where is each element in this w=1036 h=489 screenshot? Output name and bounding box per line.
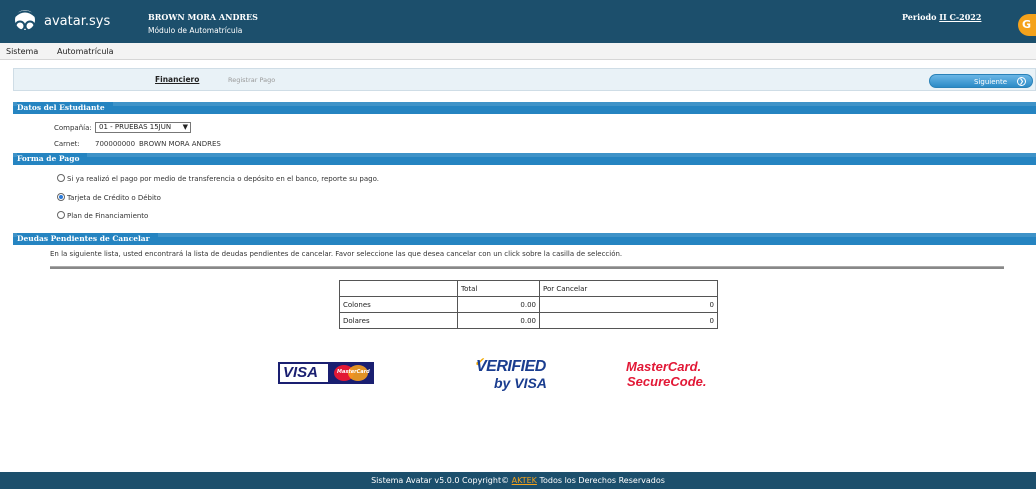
row-por-cancelar: 0 bbox=[539, 296, 718, 313]
wizard-tabbar: Financiero Registrar Pago Siguiente ❯ bbox=[13, 68, 1036, 91]
mcsc-line2: SecureCode. bbox=[627, 374, 707, 389]
user-name: BROWN MORA ANDRES bbox=[148, 12, 258, 22]
mcsc-line1: MasterCard. bbox=[626, 359, 702, 374]
radio-transfer[interactable] bbox=[57, 174, 65, 182]
row-currency: Dolares bbox=[339, 312, 458, 329]
arrow-right-icon: ❯ bbox=[1017, 77, 1026, 86]
section-header-debts: Deudas Pendientes de Cancelar bbox=[13, 233, 1036, 245]
debts-table: Total Por Cancelar Colones 0.00 0 Dolare… bbox=[339, 280, 718, 329]
row-total: 0.00 bbox=[457, 296, 540, 313]
company-select[interactable]: 01 - PRUEBAS 15JUN ▼ bbox=[95, 122, 191, 133]
radio-card[interactable] bbox=[57, 193, 65, 201]
footer-suffix: Todos los Derechos Reservados bbox=[536, 476, 665, 485]
logo-text: avatar.sys bbox=[44, 14, 111, 29]
carnet-value: 700000000 bbox=[95, 140, 136, 148]
table-row: Dolares 0.00 0 bbox=[339, 312, 718, 329]
footer-link-aktek[interactable]: AKTEK bbox=[512, 476, 537, 485]
section-header-payment: Forma de Pago bbox=[13, 153, 1036, 165]
avatar-logo[interactable]: avatar.sys bbox=[10, 8, 130, 36]
exit-icon[interactable]: G bbox=[1018, 14, 1036, 36]
tab-registrar-pago[interactable]: Registrar Pago bbox=[228, 76, 275, 84]
radio-financing[interactable] bbox=[57, 211, 65, 219]
periodo-label: Periodo bbox=[902, 12, 937, 22]
menu-item-sistema[interactable]: Sistema bbox=[6, 47, 38, 56]
vbv-line1: VERIFIED bbox=[476, 358, 546, 375]
company-select-value: 01 - PRUEBAS 15JUN bbox=[99, 123, 172, 131]
tab-financiero[interactable]: Financiero bbox=[155, 75, 199, 84]
row-currency: Colones bbox=[339, 296, 458, 313]
section-header-student: Datos del Estudiante bbox=[13, 102, 1036, 114]
row-por-cancelar: 0 bbox=[539, 312, 718, 329]
chevron-down-icon: ▼ bbox=[182, 123, 188, 131]
footer-prefix: Sistema Avatar v5.0.0 Copyright© bbox=[371, 476, 512, 485]
radio-transfer-label: Si ya realizó el pago por medio de trans… bbox=[67, 175, 379, 183]
column-header-total: Total bbox=[457, 280, 540, 297]
verified-by-visa-logo: ✓ VERIFIED by VISA bbox=[474, 355, 556, 392]
vbv-line2: by VISA bbox=[494, 375, 547, 391]
avatar-logo-icon bbox=[14, 10, 36, 32]
table-row: Colones 0.00 0 bbox=[339, 296, 718, 313]
main-menu: Sistema Automatrícula bbox=[0, 43, 1036, 60]
periodo-value: II C-2022 bbox=[939, 12, 982, 22]
menu-item-automatricula[interactable]: Automatrícula bbox=[57, 47, 114, 56]
mastercard-mini-text: MasterCard bbox=[337, 369, 370, 375]
module-name: Módulo de Automatrícula bbox=[148, 26, 243, 35]
carnet-name: BROWN MORA ANDRES bbox=[139, 140, 221, 148]
carnet-label: Carnet: bbox=[54, 140, 80, 148]
visa-wordmark: VISA bbox=[278, 362, 330, 384]
column-header bbox=[339, 280, 458, 297]
company-label: Compañía: bbox=[54, 124, 92, 132]
debts-info-text: En la siguiente lista, usted encontrará … bbox=[50, 250, 623, 258]
next-button[interactable]: Siguiente ❯ bbox=[929, 74, 1033, 88]
column-header-por-cancelar: Por Cancelar bbox=[539, 280, 718, 297]
radio-card-label: Tarjeta de Crédito o Débito bbox=[67, 194, 161, 202]
table-header-row: Total Por Cancelar bbox=[339, 280, 718, 297]
top-header: avatar.sys BROWN MORA ANDRES Módulo de A… bbox=[0, 0, 1036, 43]
divider bbox=[50, 266, 1004, 269]
mastercard-mini-logo: MasterCard bbox=[330, 362, 374, 384]
visa-mastercard-logo: VISA MasterCard bbox=[278, 362, 374, 384]
row-total: 0.00 bbox=[457, 312, 540, 329]
next-button-label: Siguiente bbox=[974, 78, 1008, 86]
footer: Sistema Avatar v5.0.0 Copyright© AKTEK T… bbox=[0, 472, 1036, 489]
periodo-indicator[interactable]: Periodo II C-2022 bbox=[902, 12, 981, 22]
radio-financing-label: Plan de Financiamiento bbox=[67, 212, 149, 220]
